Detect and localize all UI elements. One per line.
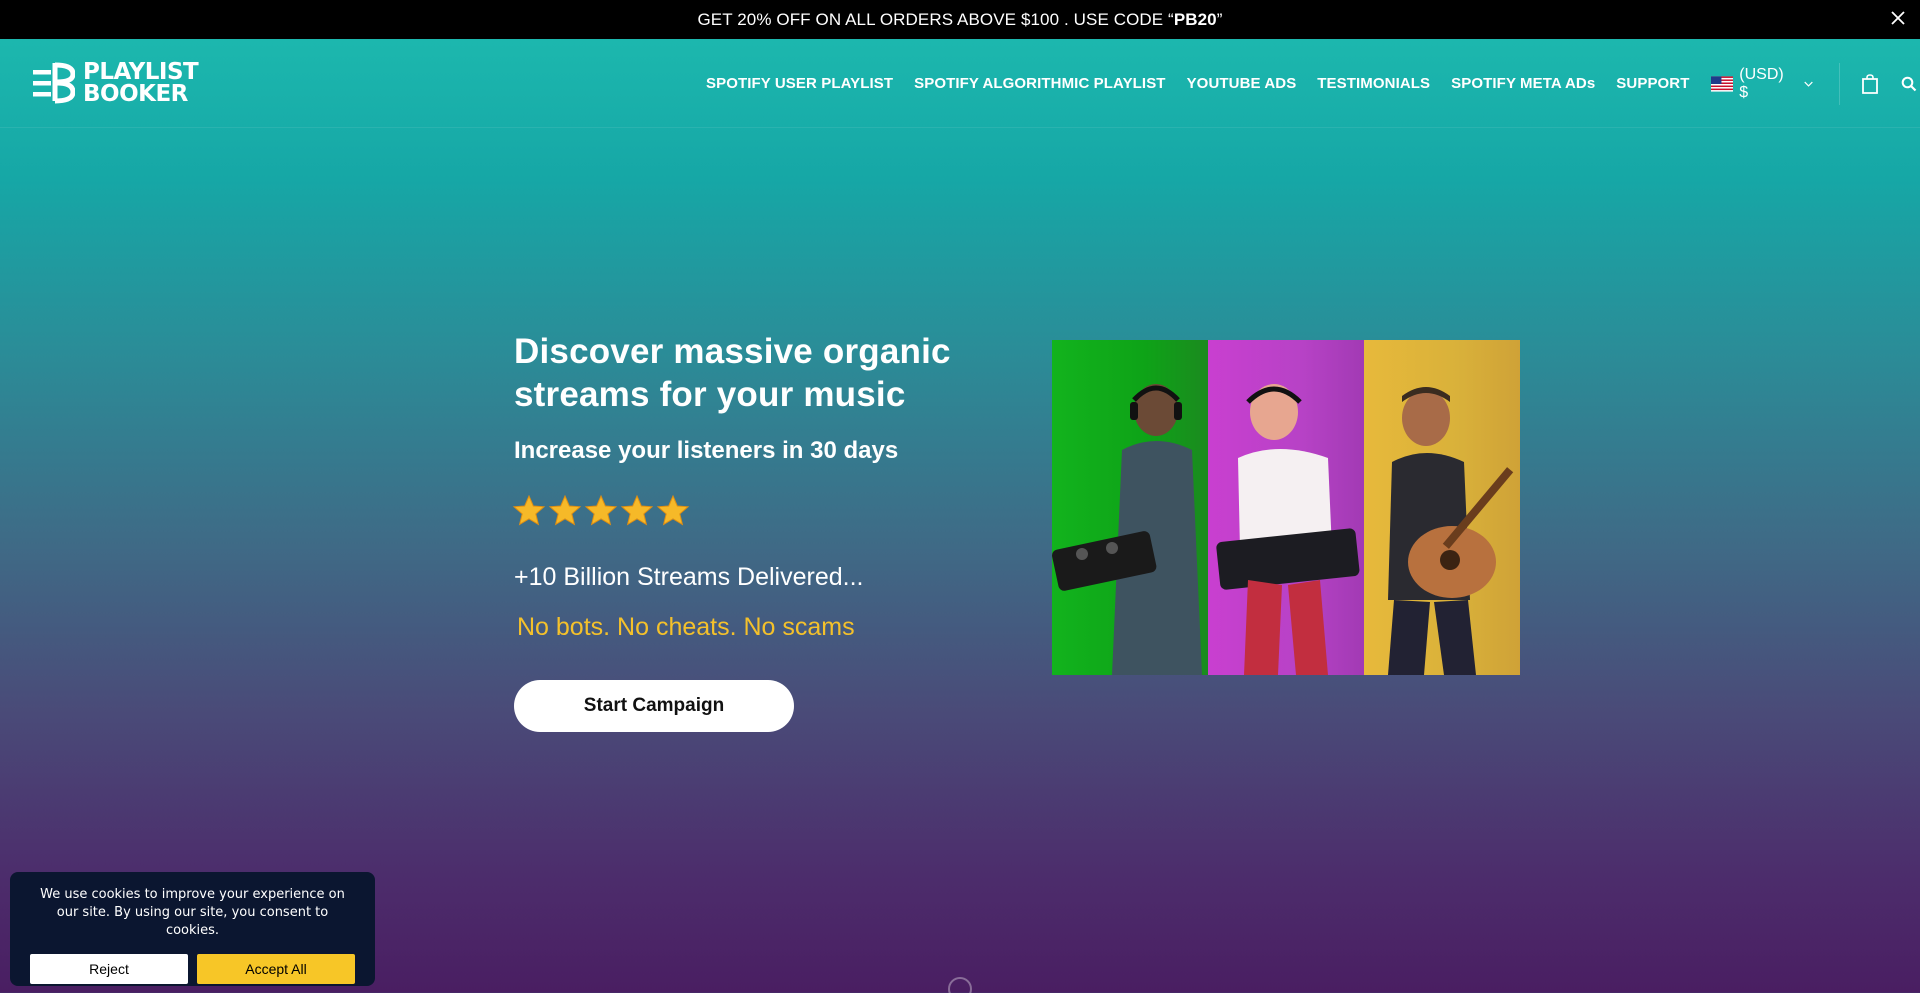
cookie-message: We use cookies to improve your experienc… [40, 887, 345, 938]
logo-mark-icon [33, 62, 75, 104]
star-icon [656, 494, 690, 526]
currency-selector[interactable]: (USD) $ [1710, 65, 1818, 102]
scroll-indicator-icon[interactable] [948, 977, 972, 993]
promo-code: PB20 [1173, 9, 1217, 29]
search-icon[interactable] [1897, 72, 1920, 96]
logo-text: PLAYLIST BOOKER [83, 59, 199, 107]
star-icon [584, 494, 618, 526]
nav-spotify-user-playlist[interactable]: SPOTIFY USER PLAYLIST [706, 75, 893, 92]
rating-stars [512, 494, 692, 528]
star-icon [512, 494, 546, 526]
guitarist-yellow-panel [1364, 340, 1520, 675]
streams-delivered: +10 Billion Streams Delivered... [514, 563, 864, 591]
reject-cookies-button[interactable]: Reject [30, 954, 188, 984]
logo[interactable]: PLAYLIST BOOKER [33, 60, 223, 106]
dj-green-panel [1052, 340, 1208, 675]
cart-icon[interactable] [1858, 72, 1881, 96]
nav-spotify-meta-ads[interactable]: SPOTIFY META ADs [1451, 75, 1595, 92]
nav-support[interactable]: SUPPORT [1616, 75, 1689, 92]
nav-youtube-ads[interactable]: YOUTUBE ADS [1187, 75, 1297, 92]
site-header: PLAYLIST BOOKER SPOTIFY USER PLAYLIST SP… [0, 39, 1920, 128]
promo-text: GET 20% OFF ON ALL ORDERS ABOVE $100 . U… [697, 9, 1223, 29]
currency-label: (USD) $ [1739, 65, 1784, 101]
start-campaign-button[interactable]: Start Campaign [514, 680, 794, 732]
accept-cookies-button[interactable]: Accept All [197, 954, 355, 984]
dj-pink-panel [1208, 340, 1364, 675]
cookie-banner: We use cookies to improve your experienc… [10, 872, 375, 986]
hero-image-collage [1052, 340, 1520, 675]
tagline: No bots. No cheats. No scams [517, 613, 855, 641]
header-divider [1839, 62, 1841, 105]
chevron-down-icon [1804, 81, 1813, 87]
promo-bar: GET 20% OFF ON ALL ORDERS ABOVE $100 . U… [0, 0, 1920, 39]
star-icon [548, 494, 582, 526]
hero-subtitle: Increase your listeners in 30 days [514, 437, 899, 464]
star-icon [620, 494, 654, 526]
close-icon[interactable] [1884, 4, 1912, 32]
us-flag-icon [1710, 75, 1734, 92]
hero-title: Discover massive organic streams for you… [514, 332, 951, 414]
nav-testimonials[interactable]: TESTIMONIALS [1317, 75, 1430, 92]
cookie-actions: Reject Accept All [30, 954, 355, 984]
main-nav: SPOTIFY USER PLAYLIST SPOTIFY ALGORITHMI… [706, 39, 1920, 128]
nav-spotify-algorithmic-playlist[interactable]: SPOTIFY ALGORITHMIC PLAYLIST [914, 75, 1165, 92]
